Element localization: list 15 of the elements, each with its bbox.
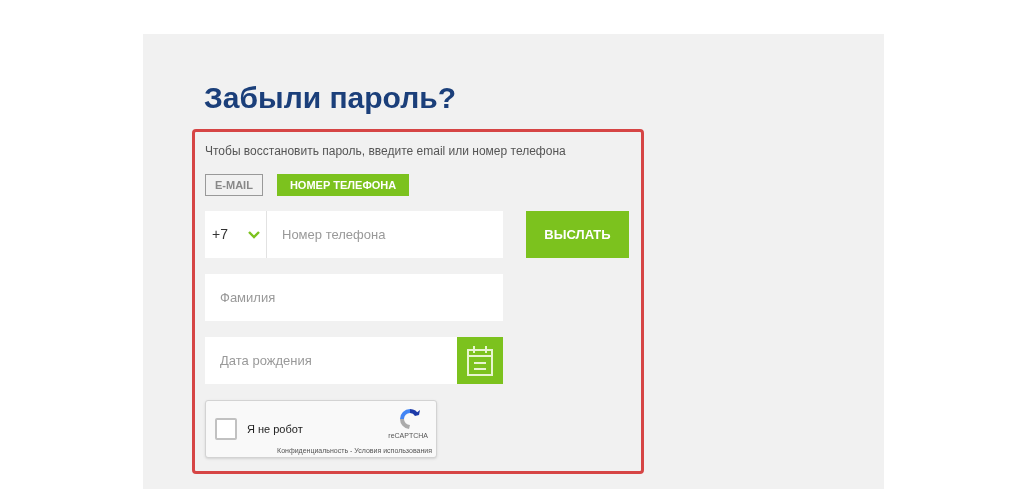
hint-text: Чтобы восстановить пароль, введите email или номер телефона [205, 143, 566, 159]
phone-field[interactable]: Номер телефона [267, 211, 503, 258]
send-button[interactable]: ВЫСЛАТЬ [526, 211, 629, 258]
calendar-icon [466, 344, 494, 377]
captcha-checkbox[interactable] [215, 418, 237, 440]
recaptcha-logo-icon [398, 407, 422, 431]
country-code-select[interactable]: +7 [205, 211, 267, 258]
calendar-button[interactable] [457, 337, 503, 384]
chevron-down-icon [248, 230, 260, 239]
tab[interactable]: E-MAIL [205, 174, 263, 196]
surname-field[interactable]: Фамилия [205, 274, 503, 321]
birth-date-field[interactable]: Дата рождения [205, 337, 457, 384]
page-title: Забыли пароль? [204, 80, 456, 116]
tab[interactable]: НОМЕР ТЕЛЕФОНА [276, 174, 410, 196]
captcha-label: Я не робот [247, 421, 303, 437]
